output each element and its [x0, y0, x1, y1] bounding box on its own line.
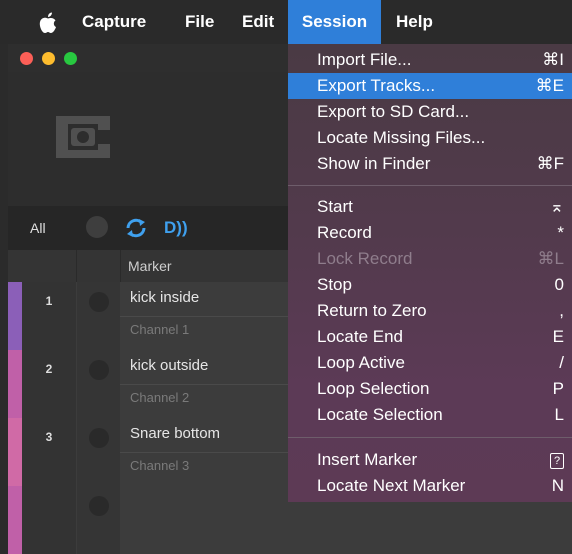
menu-item-import-file[interactable]: Import File... ⌘I [288, 47, 572, 73]
menu-capture[interactable]: Capture [82, 0, 146, 44]
menu-item-locate-selection[interactable]: Locate Selection L [288, 402, 572, 428]
track-name[interactable]: kick inside [130, 289, 199, 306]
menu-item-export-tracks[interactable]: Export Tracks... ⌘E [288, 73, 572, 99]
record-arm-button[interactable] [89, 496, 109, 516]
menu-item-start[interactable]: Start ⌅ [288, 194, 572, 220]
track-color-stripe [8, 282, 22, 350]
capture-logo-icon [56, 116, 110, 158]
menu-help[interactable]: Help [396, 0, 433, 44]
record-arm-all-button[interactable] [86, 216, 108, 238]
monitor-icon[interactable]: D)) [164, 206, 188, 250]
record-arm-button[interactable] [89, 292, 109, 312]
track-number: 1 [22, 282, 76, 350]
menu-item-locate-missing-files[interactable]: Locate Missing Files... [288, 125, 572, 151]
apple-logo-icon[interactable] [38, 0, 60, 44]
menu-bar: Capture File Edit Session Help [0, 0, 572, 44]
track-number: 3 [22, 418, 76, 486]
track-number [22, 486, 76, 554]
menu-file[interactable]: File [185, 0, 214, 44]
menu-item-record[interactable]: Record * [288, 220, 572, 246]
track-color-stripe [8, 418, 22, 486]
record-arm-button[interactable] [89, 428, 109, 448]
column-divider [76, 250, 77, 282]
menu-item-lock-record: Lock Record ⌘L [317, 249, 564, 268]
track-name[interactable]: Snare bottom [130, 425, 220, 442]
close-window-button[interactable] [20, 52, 33, 65]
track-channel: Channel 2 [130, 390, 190, 405]
maximize-window-button[interactable] [64, 52, 77, 65]
menu-item-loop-selection[interactable]: Loop Selection P [288, 376, 572, 402]
loop-icon[interactable] [124, 216, 148, 240]
minimize-window-button[interactable] [42, 52, 55, 65]
marker-column-header: Marker [128, 258, 172, 274]
track-color-stripe [8, 486, 22, 554]
menu-item-export-sd-card[interactable]: Export to SD Card... [288, 99, 572, 125]
track-number: 2 [22, 350, 76, 418]
menu-item-locate-next-marker[interactable]: Locate Next Marker N [288, 473, 572, 499]
session-menu: Import File... ⌘I Export Tracks... ⌘E Expo… [288, 44, 572, 502]
column-divider [120, 250, 121, 282]
menu-session[interactable]: Session [288, 0, 381, 44]
all-tracks-button[interactable]: All [30, 206, 46, 250]
menu-separator [288, 437, 572, 438]
shortcut-key-icon: ? [550, 452, 564, 469]
menu-item-stop[interactable]: Stop 0 [288, 272, 572, 298]
track-channel: Channel 1 [130, 322, 190, 337]
menu-item-show-in-finder[interactable]: Show in Finder ⌘F [288, 151, 572, 177]
menu-edit[interactable]: Edit [242, 0, 274, 44]
menu-item-return-to-zero[interactable]: Return to Zero, [288, 298, 572, 324]
record-arm-button[interactable] [89, 360, 109, 380]
menu-separator [288, 185, 572, 186]
track-channel: Channel 3 [130, 458, 190, 473]
menu-item-locate-end[interactable]: Locate End E [288, 324, 572, 350]
track-color-stripe [8, 350, 22, 418]
menu-item-loop-active[interactable]: Loop Active / [288, 350, 572, 376]
menu-item-insert-marker[interactable]: Insert Marker? [288, 447, 572, 473]
track-name[interactable]: kick outside [130, 357, 208, 374]
